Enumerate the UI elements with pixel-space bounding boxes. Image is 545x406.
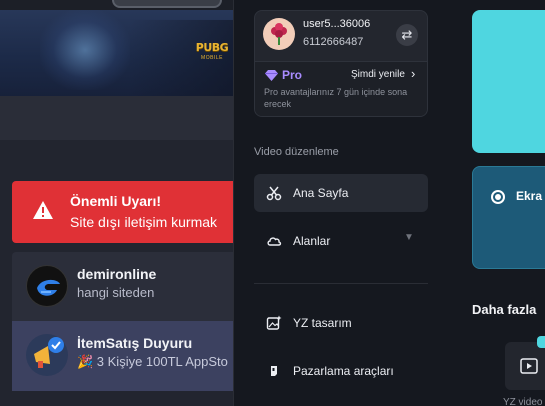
plan-label: Pro bbox=[282, 68, 303, 82]
option-label: Ekra bbox=[516, 189, 543, 203]
avatar bbox=[26, 334, 68, 376]
username: user5...36006 bbox=[303, 18, 371, 30]
ai-image-icon bbox=[266, 315, 282, 330]
megaphone-icon bbox=[34, 337, 64, 368]
nav-item-marketing[interactable]: Pazarlama araçları bbox=[254, 352, 428, 390]
avatar-flower-icon bbox=[271, 23, 287, 45]
plan-expiry-note: Pro avantajlarınız 7 gün içinde sona ere… bbox=[264, 87, 408, 109]
diamond-icon bbox=[265, 70, 278, 81]
alert-title: Önemli Uyarı! bbox=[70, 193, 162, 209]
nav-item-label: Alanlar bbox=[293, 234, 331, 248]
renew-link[interactable]: Şimdi yenile bbox=[351, 69, 405, 80]
section-title: Daha fazla bbox=[472, 302, 537, 317]
banner-artwork bbox=[40, 10, 130, 90]
ai-video-tool-button[interactable] bbox=[505, 336, 545, 390]
side-drawer: user5...36006 6112666487 ⇄ Pro Şimdi yen… bbox=[233, 0, 443, 406]
nav-item-label: Ana Sayfa bbox=[293, 186, 349, 200]
switch-account-button[interactable]: ⇄ bbox=[396, 24, 418, 46]
game-banner[interactable]: PUBG MOBILE bbox=[0, 0, 233, 96]
warning-alert[interactable]: Önemli Uyarı! Site dışı iletişim kurmak bbox=[12, 181, 233, 243]
cloud-icon bbox=[267, 237, 282, 246]
account-card[interactable]: user5...36006 6112666487 ⇄ Pro Şimdi yen… bbox=[254, 10, 428, 117]
pubg-logo: PUBG MOBILE bbox=[195, 41, 229, 61]
section-title: Video düzenleme bbox=[254, 146, 339, 158]
list-item-subtitle: 🎉 3 Kişiye 100TL AppSto bbox=[77, 354, 228, 369]
pro-plan-panel[interactable]: Pro Şimdi yenile › Pro avantajlarınız 7 … bbox=[255, 61, 427, 116]
warning-icon bbox=[33, 201, 53, 219]
nav-item-spaces[interactable]: Alanlar ▼ bbox=[254, 222, 428, 260]
avatar bbox=[26, 265, 68, 307]
tool-label: YZ video bbox=[503, 397, 543, 406]
nav-item-label: YZ tasarım bbox=[293, 316, 352, 330]
radio-button[interactable] bbox=[491, 190, 505, 204]
video-play-icon bbox=[520, 358, 538, 374]
list-item-name: İtemSatış Duyuru bbox=[77, 335, 193, 351]
list-item-subtitle: hangi siteden bbox=[77, 285, 155, 300]
list-item[interactable]: demironline hangi siteden bbox=[12, 252, 233, 321]
avatar[interactable] bbox=[263, 18, 295, 50]
scissors-icon bbox=[266, 186, 282, 201]
background-app: PUBG MOBILE Önemli Uyarı! Site dışı ilet… bbox=[0, 0, 233, 406]
alert-message: Site dışı iletişim kurmak bbox=[70, 214, 218, 230]
divider bbox=[254, 283, 428, 284]
chevron-right-icon[interactable]: › bbox=[411, 66, 415, 81]
feature-card[interactable] bbox=[472, 10, 545, 153]
nav-item-label: Pazarlama araçları bbox=[293, 364, 394, 378]
search-bar[interactable] bbox=[112, 0, 222, 8]
banner-strip bbox=[0, 96, 233, 140]
nav-item-home[interactable]: Ana Sayfa bbox=[254, 174, 428, 212]
list-item-name: demironline bbox=[77, 266, 157, 282]
user-id: 6112666487 bbox=[303, 36, 364, 48]
option-card[interactable]: Ekra bbox=[472, 166, 545, 269]
badge bbox=[537, 336, 545, 348]
brand-logo-icon bbox=[37, 279, 60, 296]
marketing-icon bbox=[271, 366, 277, 376]
swap-arrows-icon: ⇄ bbox=[401, 27, 413, 42]
nav-item-ai-design[interactable]: YZ tasarım bbox=[254, 304, 428, 342]
main-content-edge: Ekra Daha fazla YZ video bbox=[443, 0, 545, 406]
chevron-down-icon[interactable]: ▼ bbox=[404, 232, 414, 243]
list-item[interactable]: İtemSatış Duyuru 🎉 3 Kişiye 100TL AppSto bbox=[12, 321, 233, 391]
